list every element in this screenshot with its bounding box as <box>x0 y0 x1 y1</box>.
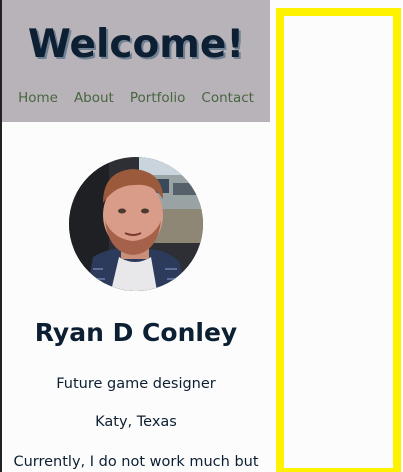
site-header: Welcome! Home About Portfolio Contact <box>2 0 270 122</box>
nav-link-contact[interactable]: Contact <box>201 90 254 106</box>
nav-link-about[interactable]: About <box>74 90 114 106</box>
avatar-photo <box>69 157 203 291</box>
nav-link-portfolio[interactable]: Portfolio <box>130 90 186 106</box>
avatar <box>69 157 203 291</box>
profile-bio: Currently, I do not work much but <box>13 454 259 470</box>
page-title: Welcome! <box>27 22 245 67</box>
profile-name: Ryan D Conley <box>34 318 238 347</box>
profile-subtitle: Future game designer <box>56 376 216 392</box>
profile-location: Katy, Texas <box>95 414 177 430</box>
main-nav: Home About Portfolio Contact <box>2 90 270 106</box>
sidebar-panel <box>276 8 401 472</box>
nav-link-home[interactable]: Home <box>18 90 58 106</box>
